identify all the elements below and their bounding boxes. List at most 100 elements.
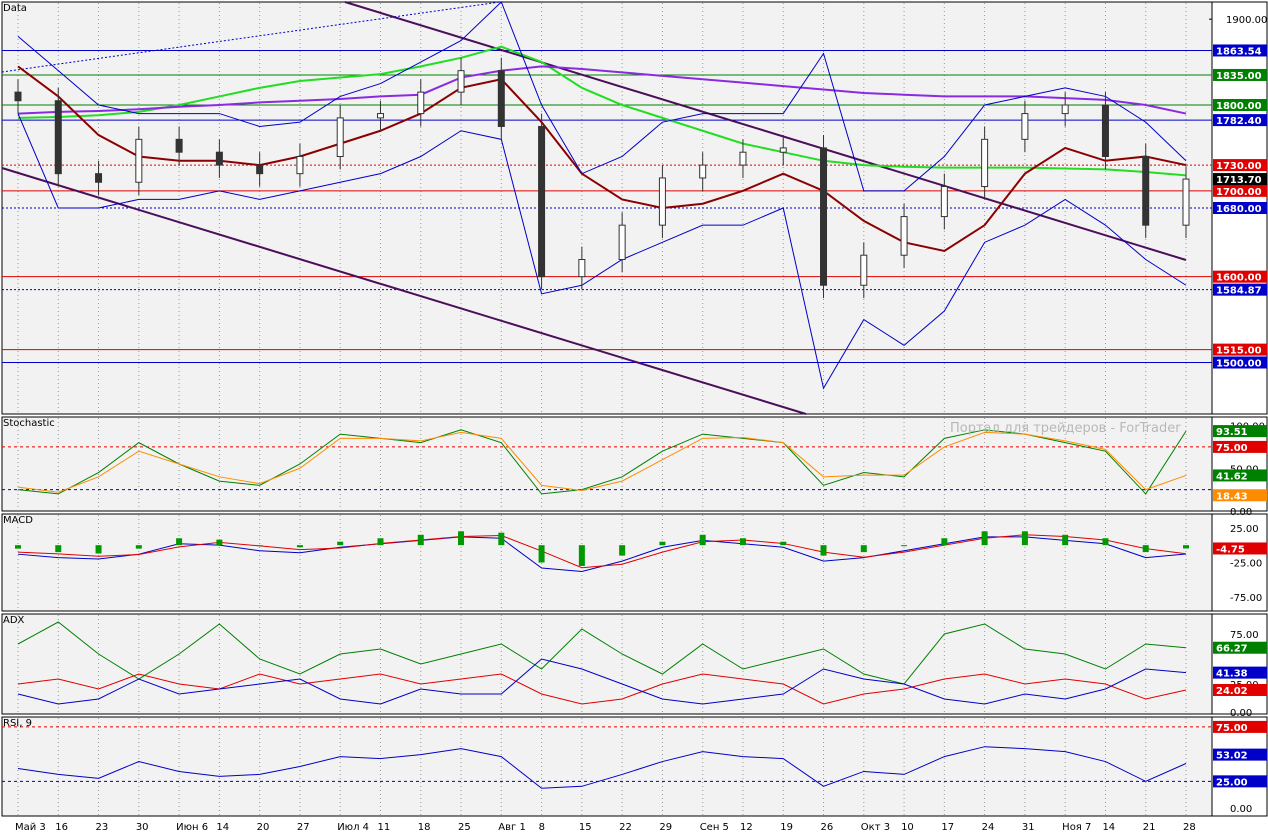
candle-body [1021,113,1029,140]
candle-body [578,259,586,278]
x-tick-label: 19 [780,822,793,833]
candle-body [54,100,62,175]
adx-dim-value: 41.38 [1216,669,1248,680]
candle-body [14,91,22,102]
stoch-value-k: 93.51 [1216,427,1248,438]
x-tick-label: 20 [257,822,270,833]
x-tick-label: 31 [1022,822,1035,833]
candle-body [618,224,626,261]
macd-bar [1021,531,1028,546]
macd-bar [699,534,706,546]
chart-canvas: 1863.54 1835.00 1800.00 1782.40 1730.00 1700.… [1,1,1268,833]
macd-bar [1142,545,1149,553]
candle-body [256,164,264,175]
candle-body [739,151,747,166]
candle-body [940,186,948,218]
rsi-scale-0: 0.00 [1230,804,1252,815]
x-tick-label: 30 [136,822,149,833]
x-tick-label: 22 [619,822,632,833]
macd-bar [1183,545,1189,549]
candle-body [1101,104,1109,157]
macd-bar [256,545,263,547]
x-tick-label: 29 [659,822,672,833]
candle-body [658,177,666,226]
candle-body [779,147,787,153]
rsi-scale-75: 75.00 [1216,723,1248,734]
x-tick-label: Сен 5 [700,822,729,833]
macd-bar [15,545,21,549]
x-tick-label: 12 [740,822,753,833]
macd-bar [95,545,102,554]
candle-body [538,125,546,278]
candle-body [417,91,425,115]
candle-body [376,113,384,119]
macd-bar [55,545,62,553]
level-label: 1500.00 [1216,359,1262,370]
macd-value: -4.75 [1216,544,1245,555]
x-tick-label: Май 3 [15,822,46,833]
rsi-scale-25: 25.00 [1216,777,1248,788]
x-tick-label: 28 [1183,822,1196,833]
x-tick-label: 14 [1102,822,1115,833]
level-label: 1835.00 [1216,71,1262,82]
macd-bar [135,545,142,549]
macd-bar [296,545,303,548]
panel-rsi [1,716,1213,817]
rsi-value: 53.02 [1216,751,1248,762]
candle-body [820,147,828,286]
rsi-panel-title: RSI, 9 [3,718,32,729]
x-tick-label: Авг 1 [498,822,526,833]
macd-bar [377,538,384,546]
x-tick-label: 26 [821,822,834,833]
macd-bar [1062,534,1069,546]
level-label: 1584.87 [1216,286,1262,297]
axis-adx [1211,613,1268,715]
x-tick-label: 25 [458,822,471,833]
x-tick-label: 23 [96,822,109,833]
panel-macd [1,513,1213,612]
adx-scale-75: 75.00 [1230,630,1259,641]
macd-bar [538,545,545,563]
candle-body [981,138,989,188]
candle-body [95,173,103,183]
stoch-value-d: 41.62 [1216,471,1248,482]
macd-bar [216,539,223,546]
x-tick-label: Ноя 7 [1062,822,1091,833]
macd-bar [739,538,746,546]
candle-body [1061,104,1069,115]
x-tick-label: 27 [297,822,310,833]
stoch-scale-0: 0.00 [1230,507,1252,518]
adx-dip-value: 24.02 [1216,686,1248,697]
macd-scale-neg25: -25.00 [1230,559,1262,570]
candle-body [1182,178,1190,226]
adx-panel-title: ADX [3,615,25,626]
level-label: 1800.00 [1216,101,1262,112]
macd-bar [901,545,908,547]
candle-body [296,156,304,175]
candle-body [699,164,707,179]
panel-adx [1,613,1213,715]
level-label: 1863.54 [1216,46,1262,57]
candle-body [497,70,505,127]
x-tick-label: 17 [941,822,954,833]
x-tick-label: Июн 6 [176,822,208,833]
macd-bar [458,531,465,546]
price-panel-title: Data [3,3,27,14]
macd-bar [337,541,344,546]
level-label: 1730.00 [1216,161,1262,172]
macd-bar [981,531,988,546]
x-tick-label: 21 [1143,822,1156,833]
x-tick-label: 15 [579,822,592,833]
candle-body [457,70,465,93]
x-tick-label: 14 [216,822,229,833]
candle-body [215,151,223,166]
stoch-level-label: 75.00 [1216,443,1248,454]
macd-bar [176,538,183,546]
macd-panel-title: MACD [3,515,33,526]
x-tick-label: 10 [901,822,914,833]
candle-body [135,138,143,183]
candle-body [900,216,908,256]
adx-value: 66.27 [1216,644,1248,655]
candle-body [336,117,344,157]
candle-body [1142,156,1150,226]
